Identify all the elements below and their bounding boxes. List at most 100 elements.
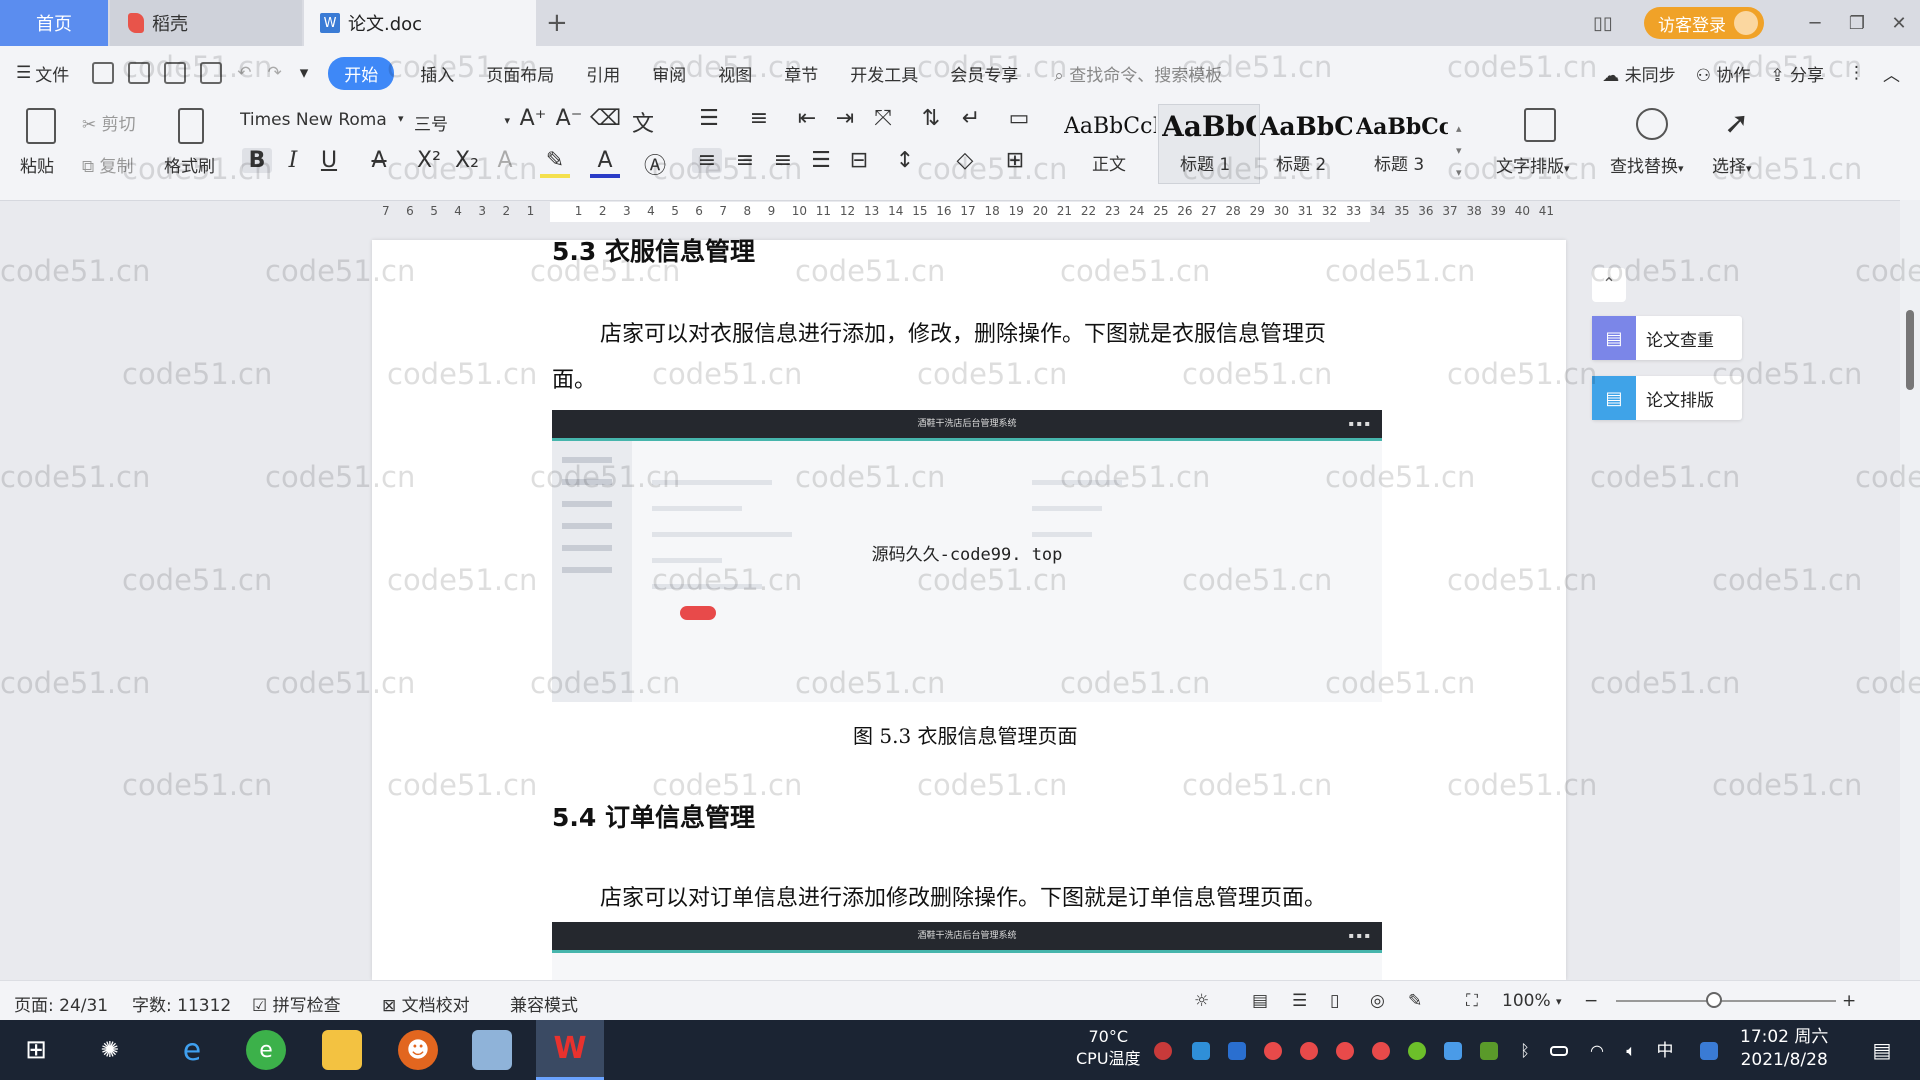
minimize-icon[interactable]: ─ <box>1794 13 1836 34</box>
show-marks-icon[interactable]: ↵ <box>956 106 986 131</box>
grow-font-icon[interactable]: A⁺ <box>518 106 548 131</box>
tray-search-icon[interactable] <box>1700 1042 1718 1060</box>
distribute-icon[interactable]: ⊟ <box>844 148 874 173</box>
save-icon[interactable] <box>92 62 115 84</box>
underline-icon[interactable]: U <box>314 148 344 173</box>
tray-app-icon[interactable] <box>1154 1042 1172 1060</box>
magnifier-icon[interactable] <box>1636 108 1668 140</box>
file-explorer-icon[interactable] <box>322 1030 362 1070</box>
paste-icon[interactable] <box>26 108 56 144</box>
notification-center-icon[interactable]: ▤ <box>1862 1030 1902 1070</box>
collapse-ribbon-icon[interactable]: ︿ <box>1883 61 1900 86</box>
reading-view-icon[interactable]: ▯ <box>1330 991 1339 1011</box>
menu-file[interactable]: 文件 <box>35 61 69 86</box>
font-name-select[interactable]: Times New Roma <box>240 110 405 130</box>
font-name-dropdown-icon[interactable]: ▾ <box>398 112 404 125</box>
shrink-font-icon[interactable]: A⁻ <box>554 106 584 131</box>
360-browser-icon[interactable]: e <box>246 1030 286 1070</box>
char-border-icon[interactable]: Ⓐ <box>640 148 670 180</box>
styles-scroll-icon[interactable]: ▴ ▾ ▾ <box>1456 118 1462 184</box>
new-tab-button[interactable]: + <box>546 8 568 38</box>
command-search[interactable]: ⌕ 查找命令、搜索模板 <box>1054 61 1222 86</box>
format-painter-label[interactable]: 格式刷 <box>164 152 215 177</box>
menu-chapter[interactable]: 章节 <box>784 61 818 86</box>
align-center-icon[interactable]: ≡ <box>730 148 760 173</box>
line-spacing-icon[interactable]: ↕ <box>890 148 920 173</box>
tray-qq-icon[interactable] <box>1372 1042 1390 1060</box>
close-icon[interactable]: ✕ <box>1878 13 1920 34</box>
tray-plus-icon[interactable] <box>1408 1042 1426 1060</box>
menu-view[interactable]: 视图 <box>718 61 752 86</box>
collaborate-button[interactable]: ⚇ 协作 <box>1696 61 1751 86</box>
cursor-arrow-icon[interactable]: ➚ <box>1724 106 1749 141</box>
menu-review[interactable]: 审阅 <box>652 61 686 86</box>
ime-indicator[interactable]: 中 <box>1656 1042 1674 1060</box>
document-page[interactable]: 5.3 衣服信息管理 店家可以对衣服信息进行添加，修改，删除操作。下图就是衣服信… <box>372 237 1566 980</box>
scrollbar-thumb[interactable] <box>1906 310 1914 390</box>
system-clock[interactable]: 17:02 周六 2021/8/28 <box>1740 1026 1828 1072</box>
italic-icon[interactable]: I <box>278 148 308 173</box>
subscript-icon[interactable]: X₂ <box>452 148 482 173</box>
font-color-icon[interactable]: A <box>590 148 620 178</box>
tray-qq-icon[interactable] <box>1300 1042 1318 1060</box>
sync-status[interactable]: ☁ 未同步 <box>1602 61 1675 86</box>
zoom-slider-track[interactable] <box>1616 1000 1836 1002</box>
wifi-icon[interactable]: ◠ <box>1588 1042 1606 1060</box>
zoom-level[interactable]: 100% <box>1502 991 1551 1011</box>
tray-qq-icon[interactable] <box>1264 1042 1282 1060</box>
paper-layout-button[interactable]: ▤ 论文排版 <box>1592 376 1742 420</box>
edit-pen-icon[interactable]: ✎ <box>1408 991 1422 1011</box>
windows-start-icon[interactable]: ⊞ <box>16 1030 56 1070</box>
tab-daoke[interactable]: 稻壳 <box>110 0 302 46</box>
justify-icon[interactable]: ☰ <box>806 148 836 173</box>
align-left-icon[interactable]: ≡ <box>692 148 722 173</box>
shading-icon[interactable]: ◇ <box>950 148 980 173</box>
paste-button-label[interactable]: 粘贴 <box>20 152 54 177</box>
ie-browser-icon[interactable]: e <box>172 1030 212 1070</box>
text-layout-label[interactable]: 文字排版▾ <box>1496 152 1570 177</box>
tray-nvidia-icon[interactable] <box>1480 1042 1498 1060</box>
word-count[interactable]: 字数: 11312 <box>132 991 231 1016</box>
sort-icon[interactable]: ⇅ <box>916 106 946 131</box>
menu-member[interactable]: 会员专享 <box>950 61 1018 86</box>
zoom-in-icon[interactable]: + <box>1842 991 1856 1011</box>
quick-access-dropdown-icon[interactable]: ▾ <box>300 63 309 83</box>
decrease-indent-icon[interactable]: ⇤ <box>792 106 822 131</box>
zoom-dropdown-icon[interactable]: ▾ <box>1556 995 1562 1008</box>
superscript-icon[interactable]: X² <box>414 148 444 173</box>
plagiarism-check-button[interactable]: ▤ 论文查重 <box>1592 316 1742 360</box>
select-label[interactable]: 选择▾ <box>1712 152 1752 177</box>
guest-login-button[interactable]: 访客登录 <box>1644 7 1764 39</box>
menu-insert[interactable]: 插入 <box>420 61 454 86</box>
menu-home[interactable]: 开始 <box>328 56 395 90</box>
tray-shield-icon[interactable] <box>1228 1042 1246 1060</box>
text-layout-icon[interactable] <box>1524 108 1556 142</box>
notepad-app-icon[interactable] <box>472 1030 512 1070</box>
spellcheck-toggle[interactable]: ☑ 拼写检查 <box>252 991 341 1016</box>
borders-icon[interactable]: ⊞ <box>1000 148 1030 173</box>
game-app-icon[interactable]: ☻ <box>398 1030 438 1070</box>
highlight-icon[interactable]: ✎ <box>540 148 570 178</box>
table-ruler-icon[interactable]: ▭ <box>1004 106 1034 131</box>
web-view-icon[interactable]: ◎ <box>1370 991 1385 1011</box>
share-button[interactable]: ⇪ 分享 <box>1770 61 1824 86</box>
phonetic-guide-icon[interactable]: 文 <box>628 106 658 138</box>
bullet-list-icon[interactable]: ☰ <box>694 106 724 131</box>
tab-document[interactable]: W 论文.doc <box>304 0 536 46</box>
scroll-to-top-icon[interactable]: ⌃ <box>1592 268 1626 302</box>
strikethrough-icon[interactable]: A <box>364 148 394 173</box>
eye-protection-icon[interactable]: ☼ <box>1194 991 1209 1011</box>
format-painter-icon[interactable] <box>178 108 204 144</box>
restore-icon[interactable]: ❐ <box>1836 13 1878 34</box>
zoom-out-icon[interactable]: − <box>1584 991 1598 1011</box>
cut-button[interactable]: ✂ 剪切 <box>82 110 136 135</box>
bold-icon[interactable]: B <box>242 148 272 173</box>
wps-writer-icon[interactable]: W <box>536 1020 604 1080</box>
tray-qq-icon[interactable] <box>1336 1042 1354 1060</box>
numbered-list-icon[interactable]: ≡ <box>744 106 774 131</box>
copy-button[interactable]: ⧉ 复制 <box>82 152 134 177</box>
volume-icon[interactable]: 🔈︎ <box>1622 1042 1640 1060</box>
tray-app-icon[interactable] <box>1444 1042 1462 1060</box>
menu-page-layout[interactable]: 页面布局 <box>486 61 554 86</box>
redo-icon[interactable]: ↷ <box>268 63 282 83</box>
